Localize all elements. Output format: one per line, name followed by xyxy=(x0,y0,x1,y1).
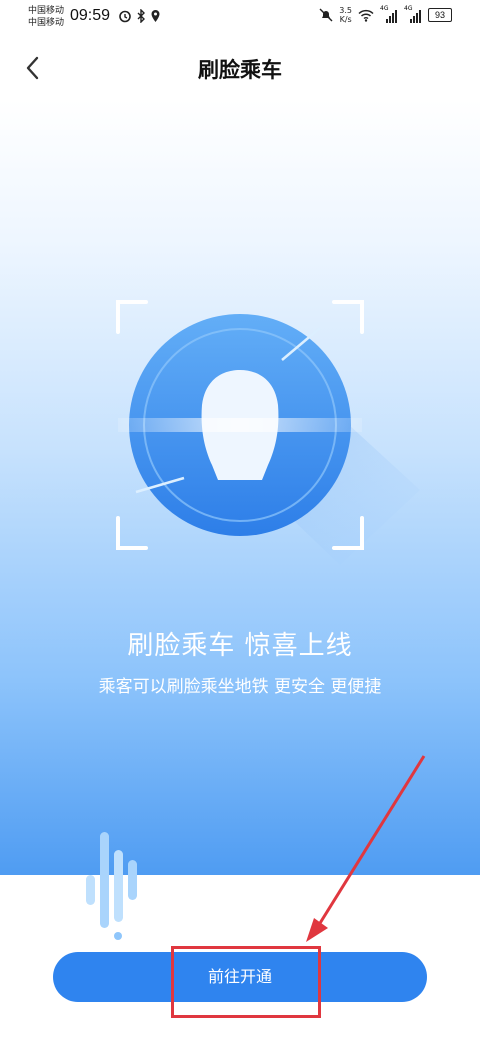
carrier-labels: 中国移动 中国移动 xyxy=(28,5,64,29)
network-type-2: 4G xyxy=(404,5,413,12)
battery-indicator: 93 xyxy=(428,8,452,22)
scan-beam xyxy=(118,418,362,432)
page-title: 刷脸乘车 xyxy=(198,58,282,82)
face-scan-illustration xyxy=(116,300,420,565)
sound-wave-decoration xyxy=(86,832,137,940)
net-speed-value: 3.5 xyxy=(339,6,352,15)
alarm-icon xyxy=(119,10,131,23)
status-time: 09:59 xyxy=(70,7,111,24)
carrier-2: 中国移动 xyxy=(28,18,65,28)
annotation-highlight-box xyxy=(171,946,321,1018)
location-icon xyxy=(151,10,160,22)
status-icons-left xyxy=(118,9,161,23)
annotation-arrow xyxy=(306,755,426,942)
carrier-1: 中国移动 xyxy=(28,6,65,16)
mute-icon xyxy=(319,8,333,22)
bluetooth-icon xyxy=(137,9,145,23)
hero-subtitle: 乘客可以刷脸乘坐地铁 更安全 更便捷 xyxy=(98,677,382,697)
hero-title: 刷脸乘车 惊喜上线 xyxy=(127,631,353,661)
status-bar: 中国移动 中国移动 09:59 3.5 K/s 4G 4G 93 xyxy=(0,0,480,36)
net-speed-unit: K/s xyxy=(339,15,352,24)
status-icons-right: 3.5 K/s 4G 4G 93 xyxy=(319,5,452,24)
signal-1: 4G xyxy=(380,5,398,23)
signal-2: 4G xyxy=(404,5,422,23)
nav-bar: 刷脸乘车 xyxy=(0,36,480,100)
wifi-icon xyxy=(358,9,374,22)
network-type-1: 4G xyxy=(380,5,389,12)
net-speed: 3.5 K/s xyxy=(339,6,352,24)
